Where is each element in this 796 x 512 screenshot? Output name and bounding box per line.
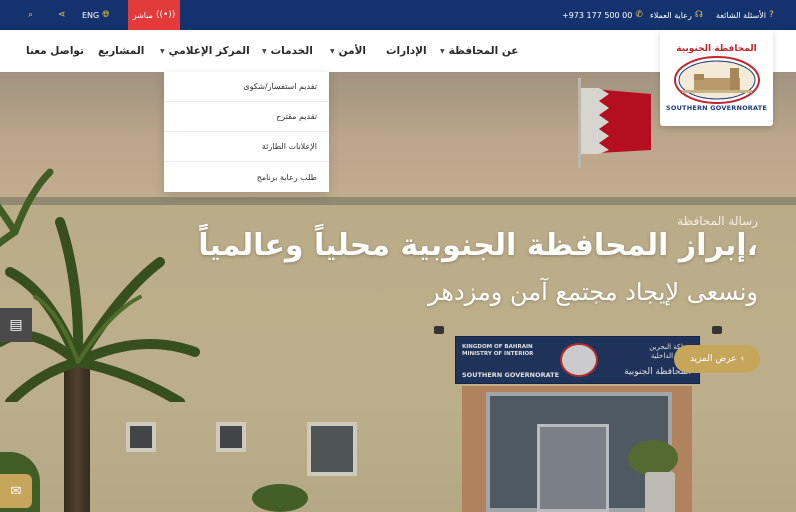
chat-button[interactable]: ✉ — [0, 474, 32, 508]
media-center-dropdown: تقديم استفسار/شكوى تقديم مقترح الإعلانات… — [164, 72, 329, 192]
customer-care-label: رعاية العملاء — [650, 10, 692, 20]
document-icon: ▤ — [9, 317, 23, 333]
dropdown-item-inquiry[interactable]: تقديم استفسار/شكوى — [164, 72, 329, 102]
share-button[interactable]: ⋖ — [58, 0, 66, 30]
logo-arabic-text: المحافظة الجنوبية — [676, 44, 757, 54]
chevron-down-icon: ▼ — [440, 47, 445, 55]
logo-emblem — [674, 56, 760, 104]
headset-icon: ☊ — [694, 10, 703, 20]
show-more-label: عرض المزيد — [689, 354, 737, 364]
nav-contact-label: تواصل معنا — [26, 45, 84, 57]
nav-departments-label: الإدارات — [386, 45, 427, 57]
search-icon: ⌕ — [28, 10, 34, 20]
dropdown-item-sponsorship[interactable]: طلب رعاية برنامج — [164, 162, 329, 192]
nav-contact[interactable]: تواصل معنا — [26, 30, 84, 72]
nav-about-label: عن المحافظة — [448, 45, 519, 57]
globe-icon: 🌐︎ — [102, 10, 110, 20]
language-label: ENG — [82, 10, 100, 20]
broadcast-icon: ((•)) — [155, 10, 176, 20]
nav-security-label: الأمن — [338, 45, 366, 57]
accessibility-button[interactable]: ▤ — [0, 308, 32, 342]
chevron-left-icon: ‹ — [740, 354, 745, 364]
dropdown-item-emergency[interactable]: الإعلانات الطارئة — [164, 132, 329, 162]
chevron-down-icon: ▼ — [160, 47, 165, 55]
top-bar: ⌕ ⋖ ENG 🌐︎ مباشر ((•)) +973 177 500 00 ✆… — [0, 0, 796, 30]
nav-services-label: الخدمات — [270, 45, 313, 57]
nav-about[interactable]: ▼ عن المحافظة — [440, 30, 518, 72]
nav-security[interactable]: ▼ الأمن — [330, 30, 366, 72]
search-button[interactable]: ⌕ — [28, 0, 33, 30]
faq-link[interactable]: الأسئلة الشائعة ? — [716, 0, 774, 30]
dropdown-item-suggestion[interactable]: تقديم مقترح — [164, 102, 329, 132]
question-icon: ? — [769, 10, 774, 20]
site-logo[interactable]: المحافظة الجنوبية SOUTHERN GOVERNORATE — [660, 30, 773, 126]
hero-subtitle: ونسعى لإيجاد مجتمع آمن ومزدهر — [428, 278, 758, 306]
chevron-down-icon: ▼ — [330, 47, 335, 55]
chat-icon: ✉ — [10, 483, 22, 499]
nav-services[interactable]: ▼ الخدمات — [262, 30, 313, 72]
phone-number: +973 177 500 00 — [562, 10, 633, 20]
phone-link[interactable]: +973 177 500 00 ✆ — [562, 0, 643, 30]
nav-media-center[interactable]: ▼ المركز الإعلامي — [160, 30, 250, 72]
chevron-down-icon: ▼ — [262, 47, 267, 55]
hero-label: رسالة المحافظة — [677, 214, 758, 228]
share-icon: ⋖ — [58, 10, 66, 20]
language-switch[interactable]: ENG 🌐︎ — [82, 0, 109, 30]
faq-label: الأسئلة الشائعة — [716, 10, 766, 20]
nav-departments[interactable]: الإدارات — [386, 30, 427, 72]
live-label: مباشر — [132, 10, 153, 20]
customer-care-link[interactable]: رعاية العملاء ☊ — [650, 0, 703, 30]
hero-banner: KINGDOM OF BAHRAIN MINISTRY OF INTERIOR … — [0, 72, 796, 512]
hero-title: إبراز المحافظة الجنوبية محلياً وعالمياً، — [198, 228, 758, 263]
nav-media-center-label: المركز الإعلامي — [168, 45, 250, 57]
live-button[interactable]: مباشر ((•)) — [128, 0, 180, 30]
nav-projects[interactable]: المشاريع — [98, 30, 144, 72]
logo-english-text: SOUTHERN GOVERNORATE — [665, 104, 768, 112]
show-more-button[interactable]: عرض المزيد ‹ — [674, 345, 760, 373]
phone-icon: ✆ — [635, 10, 643, 20]
nav-projects-label: المشاريع — [98, 45, 145, 57]
